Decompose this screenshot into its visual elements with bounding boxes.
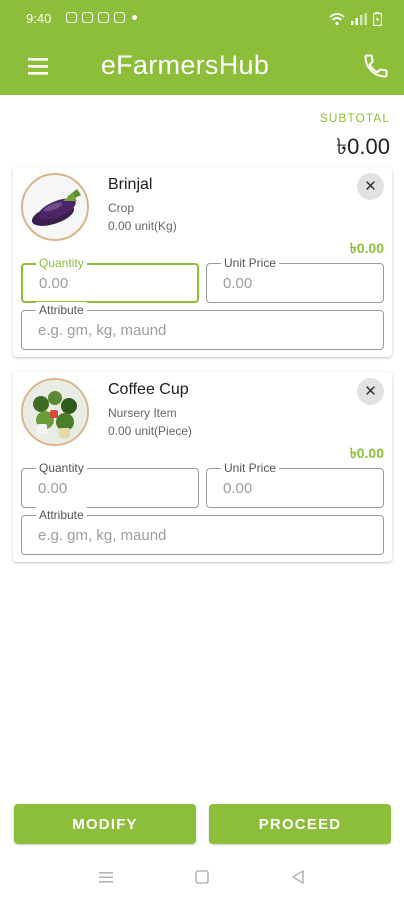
close-icon: ✕ — [364, 383, 377, 400]
attribute-input[interactable] — [38, 311, 375, 349]
product-category: Crop — [108, 201, 135, 215]
quantity-field[interactable]: Quantity — [21, 460, 199, 508]
remove-item-button[interactable]: ✕ — [357, 378, 384, 405]
product-unit: 0.00 unit(Piece) — [108, 424, 193, 438]
modify-button[interactable]: MODIFY — [14, 804, 196, 844]
top-bar: 9:40 eFarmersHub — [0, 0, 404, 95]
notification-icon — [66, 12, 77, 23]
signal-icon — [351, 13, 367, 25]
subtotal-value: ৳0.00 — [336, 134, 390, 159]
item-total: ৳0.00 — [349, 445, 384, 461]
attribute-field[interactable]: Attribute — [21, 507, 384, 555]
remove-item-button[interactable]: ✕ — [357, 173, 384, 200]
system-nav-bar — [0, 855, 404, 900]
product-name: Brinjal — [108, 176, 153, 193]
attribute-input[interactable] — [38, 516, 375, 554]
attribute-field[interactable]: Attribute — [21, 302, 384, 350]
product-image — [21, 378, 89, 446]
product-unit: 0.00 unit(Kg) — [108, 219, 177, 233]
wifi-icon — [329, 13, 345, 26]
close-icon: ✕ — [364, 178, 377, 195]
subtotal-label: SUBTOTAL — [319, 111, 390, 125]
unit-price-input[interactable] — [223, 264, 375, 302]
system-icons — [329, 12, 382, 26]
unit-price-field[interactable]: Unit Price — [206, 460, 384, 508]
quantity-input[interactable] — [39, 265, 189, 301]
app-bar: eFarmersHub — [0, 40, 404, 95]
quantity-input[interactable] — [38, 469, 190, 507]
unit-price-field[interactable]: Unit Price — [206, 255, 384, 303]
more-notifications-dot-icon — [132, 15, 137, 20]
app-title: eFarmersHub — [100, 50, 270, 80]
notification-icon — [114, 12, 125, 23]
cart-item-card: Coffee Cup Nursery Item 0.00 unit(Piece)… — [13, 372, 392, 562]
notification-icon — [98, 12, 109, 23]
product-category: Nursery Item — [108, 406, 177, 420]
item-total: ৳0.00 — [349, 240, 384, 256]
product-name: Coffee Cup — [108, 381, 189, 398]
recents-icon[interactable] — [96, 867, 116, 887]
home-icon[interactable] — [192, 867, 212, 887]
cart-item-card: Brinjal Crop 0.00 unit(Kg) ✕ ৳0.00 Quant… — [13, 167, 392, 357]
status-time: 9:40 — [26, 11, 52, 26]
phone-icon[interactable] — [362, 52, 390, 80]
back-icon[interactable] — [288, 867, 308, 887]
product-image — [21, 173, 89, 241]
status-bar: 9:40 — [0, 0, 404, 40]
quantity-field[interactable]: Quantity — [21, 255, 199, 303]
unit-price-input[interactable] — [223, 469, 375, 507]
battery-icon — [373, 12, 382, 26]
notification-icon — [82, 12, 93, 23]
proceed-button[interactable]: PROCEED — [209, 804, 391, 844]
notification-icons — [66, 12, 137, 23]
